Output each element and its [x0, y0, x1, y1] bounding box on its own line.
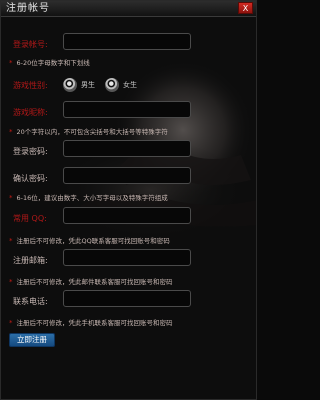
phone-label: 联系电话:: [13, 297, 48, 306]
register-now-button[interactable]: 立即注册: [9, 333, 55, 347]
account-hint: * 6-20位字母数字和下划线: [9, 59, 90, 67]
nickname-hint: * 20个字符以内，不可包含尖括号和大括号等特殊字符: [9, 128, 168, 136]
gender-male-label: 男生: [81, 81, 95, 89]
account-input[interactable]: [63, 33, 191, 50]
confirm-password-label: 确认密码:: [13, 174, 48, 183]
phone-hint: * 注册后不可修改，凭此手机联系客服可找回账号和密码: [9, 319, 173, 327]
register-window: 注册帐号 X 登录帐号: * 6-20位字母数字和下划线 游戏性别: 男生 女生 …: [0, 0, 257, 400]
password-input[interactable]: [63, 140, 191, 157]
qq-input[interactable]: [63, 207, 191, 224]
email-hint: * 注册后不可修改，凭此邮件联系客服可找回账号和密码: [9, 278, 173, 286]
gender-female-label: 女生: [123, 81, 137, 89]
confirm-password-input[interactable]: [63, 167, 191, 184]
nickname-label: 游戏昵称:: [13, 108, 48, 117]
title-bar: 注册帐号 X: [1, 1, 256, 17]
gender-male-radio[interactable]: [63, 78, 77, 92]
phone-input[interactable]: [63, 290, 191, 307]
qq-hint: * 注册后不可修改，凭此QQ联系客服可找回账号和密码: [9, 237, 170, 245]
window-title: 注册帐号: [6, 3, 50, 14]
qq-label: 常用 QQ:: [13, 214, 47, 223]
nickname-input[interactable]: [63, 101, 191, 118]
gender-label: 游戏性别:: [13, 81, 48, 90]
close-button[interactable]: X: [238, 2, 253, 14]
email-label: 注册邮箱:: [13, 256, 48, 265]
password-hint: * 6-16位，建议由数字、大小写字母以及特殊字符组成: [9, 194, 168, 202]
email-input[interactable]: [63, 249, 191, 266]
account-label: 登录帐号:: [13, 40, 48, 49]
password-label: 登录密码:: [13, 147, 48, 156]
gender-female-radio[interactable]: [105, 78, 119, 92]
